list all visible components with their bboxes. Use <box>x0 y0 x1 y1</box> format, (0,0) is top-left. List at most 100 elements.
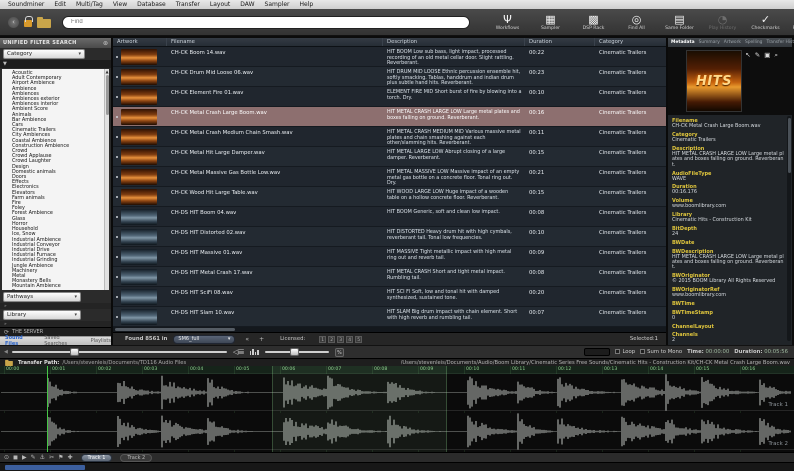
toolbar-button-sampler[interactable]: ▦Sampler <box>531 14 570 31</box>
expand-icon[interactable]: » <box>4 322 7 327</box>
menu-item-layout[interactable]: Layout <box>210 1 230 8</box>
field-value[interactable]: Cinematic Hits - Construction Kit <box>672 218 784 223</box>
column-header-description[interactable]: Description <box>383 38 525 46</box>
category-dropdown[interactable]: Category ▾ <box>3 49 85 59</box>
menu-item-database[interactable]: Database <box>137 1 166 8</box>
pathways-dropdown[interactable]: Pathways ▾ <box>3 292 81 302</box>
play-icon[interactable]: ▶ <box>22 454 27 461</box>
metadata-tab-metadata[interactable]: Metadata <box>671 40 695 45</box>
table-row[interactable]: CH-CK Element Fire 01.wavELEMENT FIRE MI… <box>113 87 666 107</box>
licensed-slot-2[interactable]: 2 <box>328 336 335 343</box>
pencil-icon[interactable]: ✎ <box>755 51 760 60</box>
field-value[interactable]: Cinematic Trailers <box>672 138 784 143</box>
table-row[interactable]: CH-CK Metal Massive Gas Bottle Low.wavHI… <box>113 167 666 187</box>
column-header-filename[interactable]: Filename <box>167 38 383 46</box>
toolbar-button-dsp-rack[interactable]: ▩DSP Rack <box>574 14 613 31</box>
field-value[interactable]: www.boomlibrary.com <box>672 204 784 209</box>
speed-value-box[interactable] <box>584 348 610 356</box>
loop-toggle[interactable]: Loop <box>615 349 635 355</box>
waveform-selection[interactable] <box>272 366 447 452</box>
scissors-icon[interactable]: ✂ <box>49 454 54 461</box>
table-row[interactable]: CH-DS HIT SciFi 08.wavHIT SCI FI Soft, l… <box>113 287 666 307</box>
table-row[interactable]: CH-CK Wood Hit Large Table.wavHIT WOOD L… <box>113 187 666 207</box>
pitch-slider[interactable] <box>265 351 329 353</box>
database-dropdown[interactable]: SM6_full ▾ <box>173 335 235 344</box>
table-row[interactable]: CH-CK Metal Crash Large Boom.wavHIT META… <box>113 107 666 127</box>
metadata-tab-summary[interactable]: Summary <box>699 40 720 45</box>
menu-item-daw[interactable]: DAW <box>240 1 254 8</box>
toolbar-button-filter-browser[interactable]: ⅢFilter Browser <box>789 14 794 31</box>
transfer-path-value[interactable]: /Users/stevenleis/Documents/TD116 Audio … <box>62 360 186 366</box>
move-icon[interactable]: ↖ <box>745 51 750 60</box>
licensed-slot-4[interactable]: 4 <box>346 336 353 343</box>
stop-icon[interactable]: ◼ <box>13 454 18 461</box>
add-icon[interactable]: + <box>259 336 264 343</box>
track-button-track-2[interactable]: Track 2 <box>120 454 152 462</box>
toolbar-button-find-all[interactable]: ◎Find All <box>617 14 656 31</box>
track-button-track-1[interactable]: Track 1 <box>81 454 113 462</box>
menu-item-edit[interactable]: Edit <box>54 1 66 8</box>
menu-item-help[interactable]: Help <box>300 1 314 8</box>
metadata-tab-transfer-history[interactable]: Transfer History <box>766 40 794 45</box>
flag-icon[interactable]: ⚑ <box>58 454 63 461</box>
field-value[interactable]: WAVE <box>672 177 784 182</box>
lock-icon[interactable] <box>24 20 32 27</box>
gear-icon[interactable]: ⊛ <box>103 40 108 47</box>
folder-icon[interactable] <box>37 19 51 28</box>
field-value[interactable]: © 2015 BOOM Library All Rights Reserved <box>672 279 784 284</box>
metadata-tab-spelling[interactable]: Spelling <box>745 40 763 45</box>
toolbar-button-workflows[interactable]: ΨWorkflows <box>488 14 527 31</box>
menu-item-sampler[interactable]: Sampler <box>265 1 290 8</box>
category-scrollbar[interactable]: ▲ <box>104 69 109 290</box>
field-value[interactable]: 2 <box>672 338 784 343</box>
column-header-duration[interactable]: Duration <box>525 38 595 46</box>
table-row[interactable]: CH-DS HIT Massive 01.wavHIT MASSIVE Tigh… <box>113 247 666 267</box>
menu-item-soundminer[interactable]: Soundminer <box>8 1 44 8</box>
plus-icon[interactable]: ✚ <box>67 454 72 461</box>
scroll-up-icon[interactable]: ▲ <box>105 69 109 74</box>
field-value[interactable]: HIT METAL CRASH LARGE LOW Large metal pl… <box>672 152 784 168</box>
field-value[interactable]: 0 <box>672 316 784 321</box>
magnifier-icon[interactable]: ⌕ <box>774 51 778 60</box>
licensed-slot-3[interactable]: 3 <box>337 336 344 343</box>
back-button[interactable]: ‹ <box>8 17 19 28</box>
menu-item-multi-tag[interactable]: Multi/Tag <box>76 1 103 8</box>
licensed-slot-5[interactable]: 5 <box>355 336 362 343</box>
sidebar-tab-playlists[interactable]: Playlists <box>91 338 111 344</box>
percent-button[interactable]: % <box>335 348 344 357</box>
expand-icon[interactable]: » <box>4 304 7 309</box>
menu-item-view[interactable]: View <box>113 1 127 8</box>
padlock-icon[interactable]: ▣ <box>764 51 770 60</box>
table-row[interactable]: CH-CK Drum Mid Loose 06.wavHIT DRUM MID … <box>113 67 666 87</box>
field-value[interactable]: www.boomlibrary.com <box>672 293 784 298</box>
field-value[interactable]: 00:16.176 <box>672 190 784 195</box>
eq-icon[interactable] <box>250 349 259 355</box>
metadata-scrollbar[interactable] <box>787 116 791 341</box>
table-row[interactable]: CH-CK Metal Hit Large Damper.wavHIT META… <box>113 147 666 167</box>
metadata-tab-artwork[interactable]: Artwork <box>724 40 741 45</box>
table-row[interactable]: CH-DS HIT Distorted 02.wavHIT DISTORTED … <box>113 227 666 247</box>
column-header-category[interactable]: Category <box>595 38 666 46</box>
licensed-slot-1[interactable]: 1 <box>319 336 326 343</box>
timecode-box[interactable] <box>5 465 85 470</box>
loop-checkbox[interactable] <box>615 349 620 354</box>
anchor-icon[interactable]: ⚓ <box>40 454 45 461</box>
column-header-artwork[interactable]: Artwork <box>113 38 167 46</box>
library-dropdown[interactable]: Library ▾ <box>3 310 81 320</box>
waveform-editor[interactable]: 00:0000:0100:0200:0300:0400:0500:0600:07… <box>0 366 794 452</box>
menu-item-transfer[interactable]: Transfer <box>176 1 200 8</box>
sidebar-search-row[interactable]: ▼ <box>0 60 111 68</box>
scroll-left-icon[interactable]: ◀ <box>4 349 8 355</box>
playhead[interactable] <box>47 366 48 452</box>
sum-checkbox[interactable] <box>640 349 645 354</box>
table-row[interactable]: CH-DS HIT Boom 04.wavHIT BOOM Generic, s… <box>113 207 666 227</box>
pencil-icon[interactable]: ✎ <box>31 454 36 461</box>
field-value[interactable]: 24 <box>672 232 784 237</box>
horizontal-scrollbar[interactable] <box>113 327 666 332</box>
table-row[interactable]: CH-CK Metal Crash Medium Chain Smash.wav… <box>113 127 666 147</box>
field-value[interactable]: HIT METAL CRASH LARGE LOW Large metal pl… <box>672 255 784 271</box>
sum-to-mono-toggle[interactable]: Sum to Mono <box>640 349 682 355</box>
table-row[interactable]: CH-DS HIT Metal Crash 17.wavHIT METAL CR… <box>113 267 666 287</box>
toolbar-button-same-folder[interactable]: ▤Same Folder <box>660 14 699 31</box>
skip-start-icon[interactable]: « <box>245 336 249 343</box>
